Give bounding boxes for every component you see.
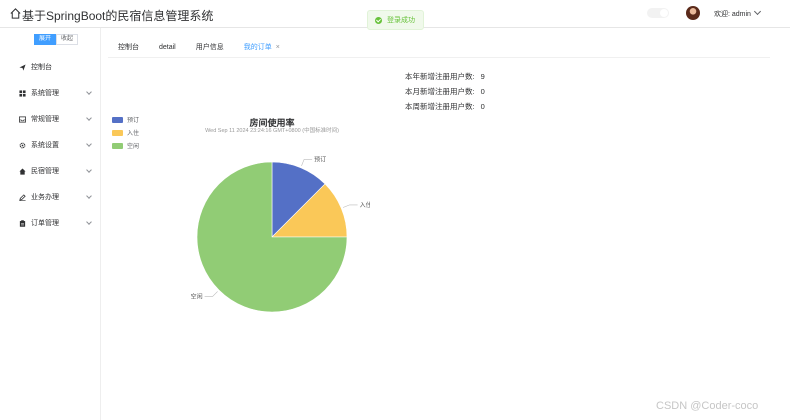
home-icon <box>19 167 26 175</box>
legend-swatch <box>112 142 123 149</box>
sidebar-item-label: 业务办理 <box>31 194 59 201</box>
success-toast: 登录成功 <box>367 10 424 30</box>
chart-legend: 预订 入住 空闲 <box>112 113 139 152</box>
legend-item[interactable]: 空闲 <box>112 139 139 152</box>
tab-label: 我的订单 <box>243 44 272 51</box>
slice-label: 空闲 <box>191 292 203 300</box>
chart-subtitle: Wed Sep 11 2024 23:24:16 GMT+0800 (中国标准时… <box>205 128 339 134</box>
sidebar-item-label: 系统管理 <box>31 90 59 97</box>
stat-label: 本月新增注册用户数: <box>405 87 475 96</box>
send-icon <box>19 63 26 71</box>
success-icon <box>375 16 382 24</box>
inbox-icon <box>19 115 26 123</box>
sidebar-item-homestay-management[interactable]: 民宿管理 <box>0 158 100 184</box>
stat-yearly: 本年新增注册用户数: 9 <box>405 69 485 84</box>
slice-label-line <box>301 159 313 167</box>
tab-detail[interactable]: detail <box>149 40 186 56</box>
sidebar-menu: 控制台 系统管理 常规管理 系统设置 民宿管理 业务办理 订单管理 <box>0 54 100 236</box>
chevron-down-icon <box>86 141 92 147</box>
legend-label: 预订 <box>127 118 140 124</box>
sidebar-item-general-management[interactable]: 常规管理 <box>0 106 100 132</box>
toast-message: 登录成功 <box>387 17 415 24</box>
clipboard-icon <box>19 219 26 227</box>
expand-button[interactable]: 展开 <box>34 34 57 45</box>
sidebar-item-label: 订单管理 <box>31 220 59 227</box>
slice-label-line <box>204 291 218 297</box>
sidebar-item-business[interactable]: 业务办理 <box>0 184 100 210</box>
sidebar-item-label: 常规管理 <box>31 116 59 123</box>
stat-weekly: 本周新增注册用户数: 0 <box>405 99 485 114</box>
pie-chart: 预订入住空闲 <box>191 155 370 313</box>
chevron-down-icon <box>86 193 92 199</box>
tab-my-orders[interactable]: 我的订单 × <box>234 40 290 56</box>
grid-icon <box>19 89 26 97</box>
stat-label: 本周新增注册用户数: <box>405 102 475 111</box>
tab-user-info[interactable]: 用户信息 <box>186 40 234 56</box>
stat-value: 0 <box>480 102 485 111</box>
tab-divider <box>108 57 770 58</box>
user-stats: 本年新增注册用户数: 9 本月新增注册用户数: 0 本周新增注册用户数: 0 <box>405 69 485 114</box>
chevron-down-icon <box>86 89 92 95</box>
slice-label: 预订 <box>314 155 326 163</box>
chevron-down-icon <box>86 219 92 225</box>
sidebar: 展开 收起 控制台 系统管理 常规管理 系统设置 民宿管理 业务办理 订单管理 <box>0 28 101 420</box>
sidebar-item-system-management[interactable]: 系统管理 <box>0 80 100 106</box>
theme-toggle[interactable] <box>647 8 669 18</box>
app-title: 基于SpringBoot的民宿信息管理系统 <box>22 9 214 23</box>
legend-item[interactable]: 预订 <box>112 113 139 126</box>
slice-label: 入住 <box>360 201 370 209</box>
stat-value: 9 <box>480 72 485 81</box>
legend-swatch <box>112 116 123 123</box>
avatar[interactable] <box>686 6 700 20</box>
stat-monthly: 本月新增注册用户数: 0 <box>405 84 485 99</box>
sidebar-item-dashboard[interactable]: 控制台 <box>0 54 100 80</box>
chevron-down-icon <box>753 7 762 16</box>
sidebar-item-label: 系统设置 <box>31 142 59 149</box>
user-menu[interactable]: 欢迎: admin <box>714 7 762 19</box>
edit-icon <box>19 193 26 201</box>
legend-label: 入住 <box>127 131 140 137</box>
sidebar-item-order-management[interactable]: 订单管理 <box>0 210 100 236</box>
chevron-down-icon <box>86 115 92 121</box>
close-icon[interactable]: × <box>276 44 280 51</box>
legend-swatch <box>112 129 123 136</box>
collapse-toggle-group: 展开 收起 <box>34 34 79 45</box>
chevron-down-icon <box>86 167 92 173</box>
tab-dashboard[interactable]: 控制台 <box>108 40 149 56</box>
sidebar-item-system-settings[interactable]: 系统设置 <box>0 132 100 158</box>
legend-label: 空闲 <box>127 144 140 150</box>
slice-label-line <box>342 204 358 208</box>
legend-item[interactable]: 入住 <box>112 126 139 139</box>
home-icon[interactable] <box>9 7 22 20</box>
stat-value: 0 <box>480 87 485 96</box>
stat-label: 本年新增注册用户数: <box>405 72 475 81</box>
sidebar-item-label: 控制台 <box>31 64 52 71</box>
welcome-text: 欢迎: admin <box>714 11 751 18</box>
sidebar-item-label: 民宿管理 <box>31 168 59 175</box>
gear-icon <box>19 142 26 148</box>
watermark: CSDN @Coder-coco <box>656 400 759 412</box>
collapse-button[interactable]: 收起 <box>56 34 79 45</box>
tab-bar: 控制台 detail 用户信息 我的订单 × <box>108 40 290 56</box>
